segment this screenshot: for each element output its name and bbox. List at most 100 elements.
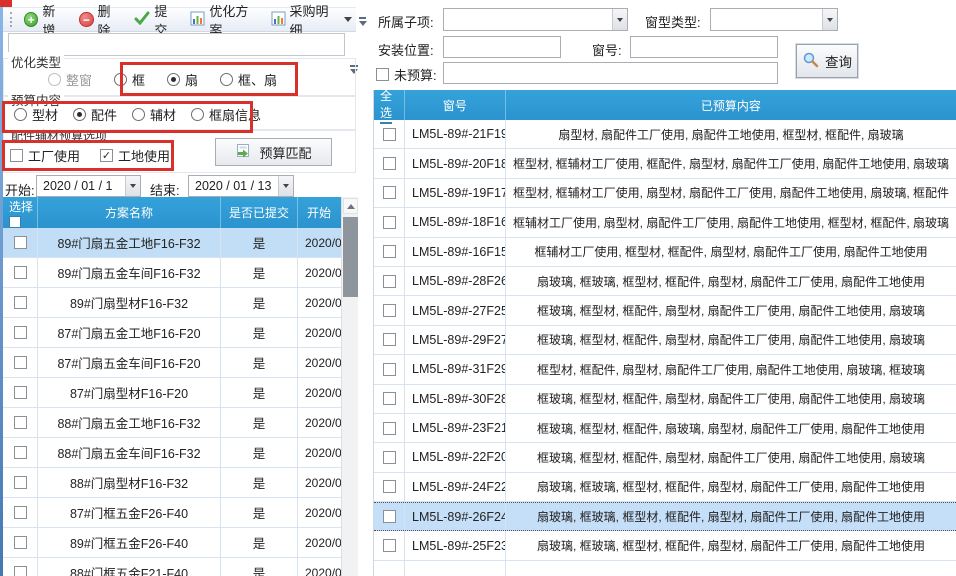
plan-table-row[interactable]: 88#门扇五金工地F16-F32是2020/0 [3, 408, 358, 438]
date-start-dropdown-button[interactable] [125, 176, 140, 196]
window-type-label: 窗型类型: [645, 12, 701, 31]
start-date-cell: 2020/0 [298, 288, 341, 317]
plan-table-row[interactable]: 89#门扇五金工地F16-F32是2020/0 [3, 228, 358, 258]
plan-table-row[interactable]: 88#门扇五金车间F16-F32是2020/0 [3, 438, 358, 468]
plan-table-row[interactable]: 88#门扇型材F16-F32是2020/0 [3, 468, 358, 498]
budget-header-window-no[interactable]: 窗号 [405, 90, 506, 120]
radio-option-配件[interactable]: 配件 [73, 105, 117, 124]
budget-table-row[interactable]: LM5L-89#-20F18框型材, 框辅材工厂使用, 框配件, 扇型材, 扇配… [374, 149, 956, 178]
plan-table-row[interactable]: 87#门扇五金车间F16-F20是2020/0 [3, 348, 358, 378]
toolbar-overflow-button[interactable] [357, 13, 368, 30]
scrollbar-up-button[interactable] [343, 198, 358, 214]
plan-table-row[interactable]: 89#门扇型材F16-F32是2020/0 [3, 288, 358, 318]
budget-table-row[interactable]: LM5L-89#-21F19扇型材, 扇配件工厂使用, 扇配件工地使用, 框型材… [374, 120, 956, 149]
checkbox-option-工地使用[interactable]: 工地使用 [100, 146, 170, 165]
plan-table-scrollbar[interactable] [341, 197, 358, 576]
plan-table-row[interactable]: 89#门框五金F26-F40是2020/0 [3, 528, 358, 558]
plan-header-name[interactable]: 方案名称 [38, 197, 221, 228]
radio-option-扇[interactable]: 扇 [167, 70, 198, 89]
select-all-checkbox[interactable] [9, 216, 21, 228]
budget-table-row[interactable]: LM5L-89#-25F23扇玻璃, 框玻璃, 框型材, 框配件, 扇型材, 扇… [374, 531, 956, 560]
row-checkbox[interactable] [383, 480, 396, 493]
row-checkbox[interactable] [14, 266, 27, 279]
row-checkbox[interactable] [14, 476, 27, 489]
row-checkbox[interactable] [383, 186, 396, 199]
budget-table-row[interactable]: LM5L-89#-24F22扇玻璃, 框玻璃, 框型材, 框配件, 扇型材, 扇… [374, 473, 956, 502]
row-checkbox[interactable] [14, 236, 27, 249]
row-checkbox[interactable] [14, 446, 27, 459]
plan-table-header: 选择 方案名称 是否已提交 开始 [3, 197, 358, 228]
row-checkbox[interactable] [14, 386, 27, 399]
budget-table-row[interactable]: LM5L-89#-23F21框玻璃, 框型材, 框配件, 扇玻璃, 扇型材, 扇… [374, 414, 956, 443]
budget-table-row[interactable]: LM5L-89#-22F20框玻璃, 框型材, 框配件, 扇型材, 扇配件工厂使… [374, 443, 956, 472]
no-budget-checkbox[interactable] [376, 68, 389, 81]
date-start-picker[interactable]: 2020 / 01 / 1 [36, 175, 141, 197]
row-checkbox[interactable] [383, 304, 396, 317]
checkbox-option-工厂使用[interactable]: 工厂使用 [10, 146, 80, 165]
no-budget-input[interactable] [443, 62, 778, 84]
checkbox-option-label: 工厂使用 [28, 146, 80, 165]
row-checkbox[interactable] [383, 275, 396, 288]
install-position-input[interactable] [443, 36, 561, 58]
plan-table-row[interactable]: 87#门框五金F26-F40是2020/0 [3, 498, 358, 528]
budget-table-row[interactable]: LM5L-89#-29F27框玻璃, 框型材, 框配件, 扇型材, 扇配件工厂使… [374, 326, 956, 355]
window-no-input[interactable] [630, 36, 778, 58]
budget-content-cell: 框型材, 框辅材工厂使用, 框配件, 扇型材, 扇配件工厂使用, 扇配件工地使用… [506, 149, 956, 177]
row-select-cell [374, 473, 405, 501]
radio-option-框[interactable]: 框 [114, 70, 145, 89]
row-checkbox[interactable] [383, 539, 396, 552]
row-checkbox[interactable] [383, 157, 396, 170]
row-checkbox[interactable] [383, 363, 396, 376]
date-end-picker[interactable]: 2020 / 01 / 13 [188, 175, 294, 197]
window-type-select[interactable] [710, 8, 838, 31]
row-checkbox[interactable] [14, 296, 27, 309]
row-checkbox[interactable] [14, 536, 27, 549]
plan-header-start[interactable]: 开始 [298, 197, 341, 228]
toolbar-grip-handle[interactable] [10, 12, 12, 27]
plan-table-row[interactable]: 89#门扇五金车间F16-F32是2020/0 [3, 258, 358, 288]
row-checkbox[interactable] [14, 356, 27, 369]
row-checkbox[interactable] [383, 128, 396, 141]
date-end-dropdown-button[interactable] [278, 176, 293, 196]
sub-item-dropdown-button[interactable] [612, 9, 627, 30]
row-checkbox[interactable] [383, 392, 396, 405]
plan-name-cell: 89#门扇五金车间F16-F32 [38, 258, 221, 287]
scrollbar-thumb[interactable] [343, 217, 358, 297]
row-checkbox[interactable] [383, 422, 396, 435]
budget-match-button[interactable]: 预算匹配 [215, 138, 332, 166]
budget-header-content[interactable]: 已预算内容 [506, 90, 956, 120]
radio-option-框、扇[interactable]: 框、扇 [220, 70, 277, 89]
window-no-cell: LM5L-89#-27F25 [405, 296, 506, 324]
row-checkbox[interactable] [14, 416, 27, 429]
budget-table-row[interactable]: LM5L-89#-27F25框玻璃, 框型材, 框配件, 扇型材, 扇配件工厂使… [374, 296, 956, 325]
submitted-cell: 是 [221, 438, 298, 467]
optimize-type-radio-group: 整窗框扇框、扇 [48, 70, 277, 89]
row-checkbox[interactable] [383, 451, 396, 464]
row-checkbox[interactable] [383, 333, 396, 346]
budget-table-row[interactable]: LM5L-89#-28F26扇玻璃, 框玻璃, 框型材, 框配件, 扇型材, 扇… [374, 267, 956, 296]
plan-header-submitted[interactable]: 是否已提交 [221, 197, 298, 228]
plan-table-row[interactable]: 87#门扇五金工地F16-F20是2020/0 [3, 318, 358, 348]
query-button[interactable]: 查询 [796, 44, 858, 78]
budget-table-row[interactable]: LM5L-89#-19F17框型材, 框辅材工厂使用, 扇型材, 扇配件工厂使用… [374, 179, 956, 208]
radio-option-型材[interactable]: 型材 [14, 105, 58, 124]
budget-table-row[interactable]: LM5L-89#-16F15框辅材工厂使用, 框型材, 框配件, 扇型材, 扇配… [374, 238, 956, 267]
row-checkbox[interactable] [383, 510, 396, 523]
row-checkbox[interactable] [14, 506, 27, 519]
radio-option-辅材[interactable]: 辅材 [132, 105, 176, 124]
budget-table-row[interactable]: LM5L-89#-26F24扇玻璃, 框玻璃, 框型材, 框配件, 扇型材, 扇… [374, 502, 956, 531]
row-checkbox[interactable] [14, 326, 27, 339]
plan-table-row[interactable]: 88#门框五金F21-F40是2020/0 [3, 558, 358, 576]
budget-table-row[interactable]: LM5L-89#-18F16框辅材工厂使用, 扇型材, 扇配件工厂使用, 扇配件… [374, 208, 956, 237]
sub-item-select[interactable] [443, 8, 628, 31]
window-type-dropdown-button[interactable] [822, 9, 837, 30]
no-budget-filter[interactable]: 未预算: [376, 65, 437, 84]
row-checkbox[interactable] [383, 245, 396, 258]
empty-cell [506, 561, 956, 576]
budget-table-row[interactable]: LM5L-89#-31F29框型材, 框配件, 扇型材, 扇配件工厂使用, 扇配… [374, 355, 956, 384]
row-checkbox[interactable] [14, 566, 27, 576]
radio-option-框扇信息[interactable]: 框扇信息 [191, 105, 261, 124]
plan-table-row[interactable]: 87#门扇型材F16-F20是2020/0 [3, 378, 358, 408]
row-checkbox[interactable] [383, 216, 396, 229]
budget-table-row[interactable]: LM5L-89#-30F28框玻璃, 框型材, 框配件, 扇型材, 扇配件工厂使… [374, 385, 956, 414]
